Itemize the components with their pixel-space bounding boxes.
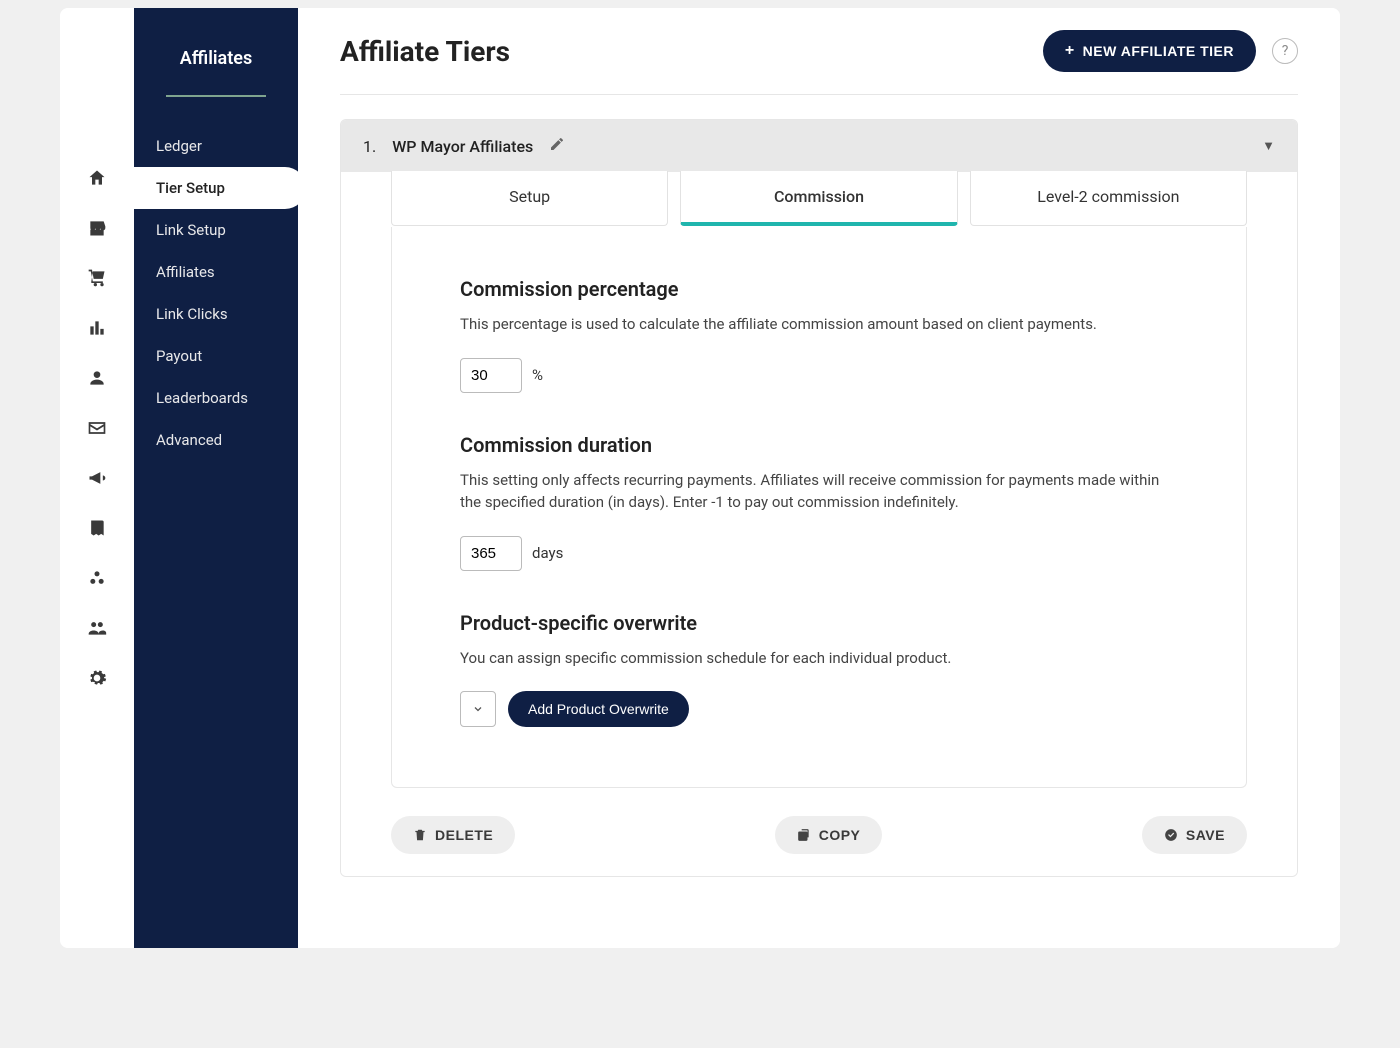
tabs: Setup Commission Level-2 commission [341,172,1297,227]
percent-unit: % [532,366,543,384]
delete-button[interactable]: DELETE [391,816,515,854]
pencil-icon[interactable] [549,136,565,156]
tab-content: Commission percentage This percentage is… [391,227,1247,788]
tier-header-left: 1. WP Mayor Affiliates [363,136,565,156]
tab-setup[interactable]: Setup [391,171,668,226]
sidebar-item-payout[interactable]: Payout [134,335,298,377]
sidebar-item-leaderboards[interactable]: Leaderboards [134,377,298,419]
sidebar-item-affiliates[interactable]: Affiliates [134,251,298,293]
commission-duration-title: Commission duration [460,433,1178,457]
days-unit: days [532,544,563,562]
sidebar-item-tier-setup[interactable]: Tier Setup [134,167,306,209]
sidebar-title: Affiliates [134,48,298,95]
product-overwrite-title: Product-specific overwrite [460,611,1178,635]
cart-icon[interactable] [87,268,107,288]
people-icon[interactable] [87,618,107,638]
commission-percentage-input[interactable] [460,358,522,393]
new-tier-label: NEW AFFILIATE TIER [1083,43,1234,59]
sidebar: Affiliates Ledger Tier Setup Link Setup … [134,8,298,948]
plus-icon: + [1065,42,1075,60]
commission-percentage-row: % [460,358,1178,393]
mail-icon[interactable] [87,418,107,438]
delete-label: DELETE [435,827,493,843]
add-product-overwrite-button[interactable]: Add Product Overwrite [508,691,689,727]
commission-duration-input[interactable] [460,536,522,571]
tier-index: 1. [363,137,376,156]
copy-icon [797,828,811,842]
sidebar-item-advanced[interactable]: Advanced [134,419,298,461]
tab-level2[interactable]: Level-2 commission [970,171,1247,226]
sidebar-divider [166,95,266,97]
tier-name: WP Mayor Affiliates [392,137,533,156]
product-dropdown[interactable] [460,691,496,727]
icon-rail [60,8,134,948]
trash-icon [413,828,427,842]
chevron-down-icon[interactable]: ▼ [1262,138,1275,154]
product-overwrite-row: Add Product Overwrite [460,691,1178,727]
section-product-overwrite: Product-specific overwrite You can assig… [460,611,1178,728]
page-header: Affiliate Tiers + NEW AFFILIATE TIER ? [340,30,1298,95]
commission-duration-desc: This setting only affects recurring paym… [460,469,1178,514]
commission-percentage-desc: This percentage is used to calculate the… [460,313,1178,336]
product-overwrite-desc: You can assign specific commission sched… [460,647,1178,670]
help-button[interactable]: ? [1272,38,1298,64]
tab-commission[interactable]: Commission [680,171,957,226]
save-label: SAVE [1186,827,1225,843]
tier-panel: 1. WP Mayor Affiliates ▼ Setup Commissio… [340,119,1298,877]
main-content: Affiliate Tiers + NEW AFFILIATE TIER ? 1… [298,8,1340,948]
commission-duration-row: days [460,536,1178,571]
megaphone-icon[interactable] [87,468,107,488]
tier-body: Setup Commission Level-2 commission Comm… [341,172,1297,876]
footer-actions: DELETE COPY SAVE [341,788,1297,876]
copy-button[interactable]: COPY [775,816,883,854]
gear-icon[interactable] [87,668,107,688]
save-button[interactable]: SAVE [1142,816,1247,854]
home-icon[interactable] [87,168,107,188]
tier-header[interactable]: 1. WP Mayor Affiliates ▼ [341,120,1297,172]
copy-label: COPY [819,827,861,843]
modules-icon[interactable] [87,568,107,588]
page-title: Affiliate Tiers [340,35,510,68]
check-circle-icon [1164,828,1178,842]
commission-percentage-title: Commission percentage [460,277,1178,301]
store-icon[interactable] [87,218,107,238]
section-commission-percentage: Commission percentage This percentage is… [460,277,1178,393]
user-icon[interactable] [87,368,107,388]
header-actions: + NEW AFFILIATE TIER ? [1043,30,1298,72]
book-icon[interactable] [87,518,107,538]
sidebar-item-link-setup[interactable]: Link Setup [134,209,298,251]
section-commission-duration: Commission duration This setting only af… [460,433,1178,571]
new-affiliate-tier-button[interactable]: + NEW AFFILIATE TIER [1043,30,1256,72]
sidebar-item-link-clicks[interactable]: Link Clicks [134,293,298,335]
sidebar-item-ledger[interactable]: Ledger [134,125,298,167]
chart-icon[interactable] [87,318,107,338]
